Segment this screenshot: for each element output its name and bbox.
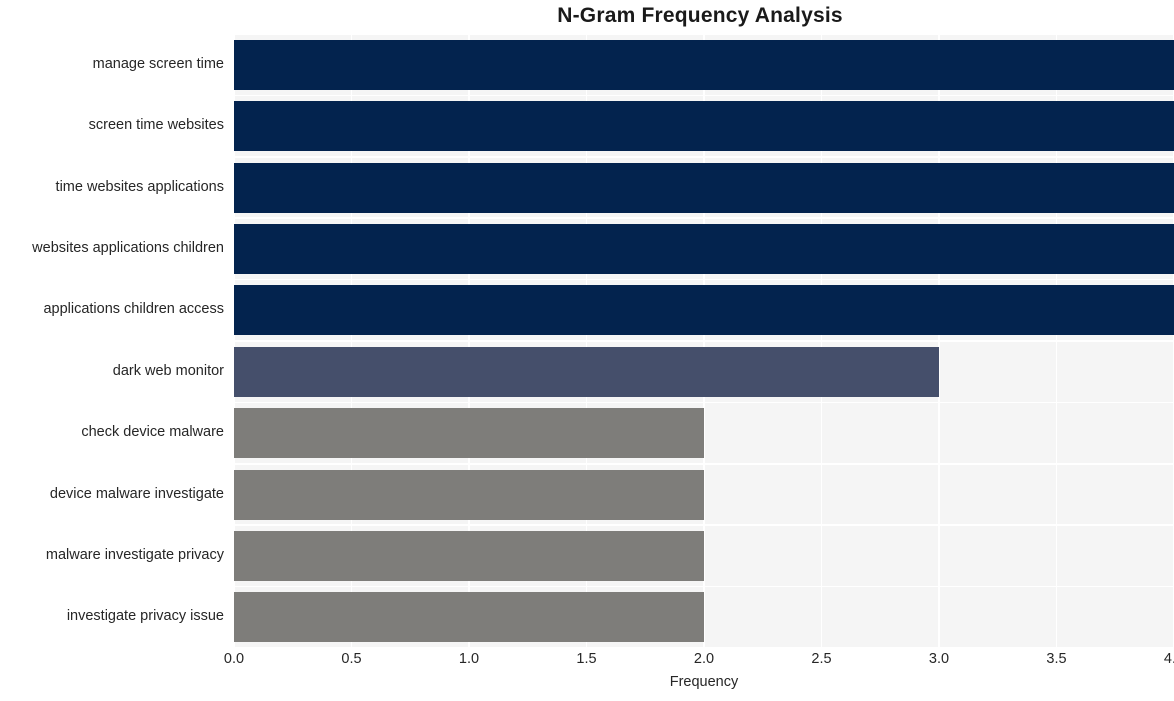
gridline-horizontal [234,33,1174,35]
x-axis-tick-label: 2.0 [693,651,715,667]
bar [234,101,1174,152]
y-axis-tick-label: screen time websites [88,117,224,134]
x-axis-tick-label: 0.0 [223,651,245,667]
gridline-horizontal [234,463,1174,465]
bar [234,285,1174,336]
y-axis-tick-label: investigate privacy issue [66,608,224,625]
x-axis-tick-label: 4.0 [1163,651,1174,667]
gridline-horizontal [234,647,1174,649]
bar [234,530,704,581]
y-axis-tick-label: dark web monitor [112,362,224,379]
y-axis-tick-label: applications children access [43,301,224,318]
y-axis-tick-label: websites applications children [32,239,224,256]
bar [234,223,1174,274]
bar [234,469,704,520]
y-axis-tick-label: time websites applications [55,178,224,195]
x-axis-tick-label: 0.5 [341,651,362,667]
gridline-horizontal [234,340,1174,342]
bar [234,39,1174,90]
bar [234,346,939,397]
chart-title: N-Gram Frequency Analysis [557,4,843,27]
x-axis-tick-label: 3.0 [928,651,950,667]
gridline-horizontal [234,401,1174,404]
gridline-horizontal [234,585,1174,588]
x-axis-label: Frequency [669,674,739,690]
x-axis-tick-labels: 0.0 0.5 1.0 1.5 2.0 2.5 3.0 3.5 4.0 [224,650,1174,672]
plot-area [233,33,1174,649]
gridline-horizontal [234,278,1174,281]
bar [234,592,704,643]
ngram-frequency-chart: N-Gram Frequency Analysis manage screen … [0,0,1174,701]
x-axis-tick-label: 3.5 [1046,651,1067,667]
y-axis-tick-label: malware investigate privacy [45,546,224,563]
y-axis-tick-label: manage screen time [92,55,224,72]
bar [234,162,1174,213]
x-axis-tick-label: 2.5 [811,651,832,667]
y-axis-tick-labels: manage screen time screen time websites ti… [0,34,234,648]
y-axis-tick-label: check device malware [81,424,224,441]
bar [234,408,704,459]
gridline-horizontal [234,524,1174,526]
x-axis-tick-label: 1.0 [458,651,480,667]
x-axis-tick-label: 1.5 [576,651,597,667]
gridline-horizontal [234,217,1174,219]
y-axis-tick-label: device malware investigate [49,485,224,502]
gridline-horizontal [234,156,1174,158]
gridline-horizontal [234,94,1174,97]
